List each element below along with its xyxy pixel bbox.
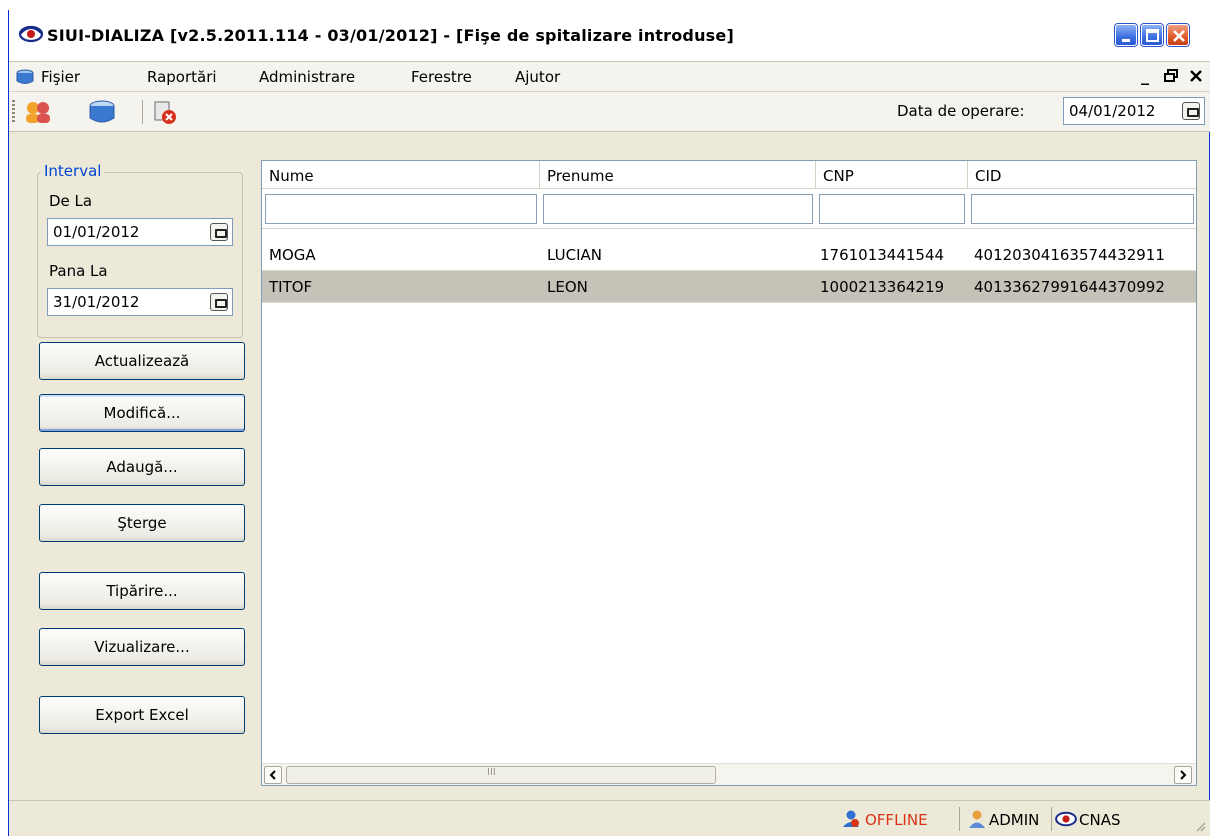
horizontal-scrollbar[interactable]: III xyxy=(262,763,1196,785)
from-date-field[interactable]: 01/01/2012 xyxy=(47,218,233,246)
mdi-close-icon[interactable] xyxy=(1189,66,1203,87)
filter-cnp-input[interactable] xyxy=(819,194,965,224)
toolbar: Data de operare: 04/01/2012 xyxy=(9,92,1210,132)
add-button[interactable]: Adaugă... xyxy=(39,448,245,486)
modify-button[interactable]: Modifică... xyxy=(39,394,245,432)
cell-nume: MOGA xyxy=(269,246,316,264)
status-bar: OFFLINE ADMIN CNAS xyxy=(9,800,1210,836)
column-header-cid[interactable]: CID xyxy=(968,161,1196,189)
maximize-button[interactable] xyxy=(1141,24,1163,46)
close-icon xyxy=(1168,25,1188,45)
operation-date-value: 04/01/2012 xyxy=(1069,102,1156,120)
user-name: ADMIN xyxy=(989,811,1040,829)
status-separator xyxy=(1051,807,1052,831)
status-separator xyxy=(959,807,960,831)
toolbar-grip[interactable] xyxy=(12,100,15,124)
organization-name: CNAS xyxy=(1079,811,1121,829)
calendar-icon[interactable] xyxy=(210,223,228,241)
to-date-value: 31/01/2012 xyxy=(53,293,140,311)
cell-cnp: 1761013441544 xyxy=(820,246,945,264)
filter-prenume-input[interactable] xyxy=(543,194,813,224)
operation-date-label: Data de operare: xyxy=(897,102,1025,120)
print-button[interactable]: Tipărire... xyxy=(39,572,245,610)
user-icon xyxy=(969,810,985,828)
minimize-icon xyxy=(1116,25,1136,45)
menu-ferestre[interactable]: Ferestre xyxy=(411,68,472,86)
cell-cid: 40120304163574432911 xyxy=(974,246,1165,264)
app-window: SIUI-DIALIZA [v2.5.2011.114 - 03/01/2012… xyxy=(8,10,1210,836)
menu-raportari[interactable]: Raportări xyxy=(147,68,217,86)
refresh-button[interactable]: Actualizează xyxy=(39,342,245,380)
menu-bar: Fişier Raportări Administrare Ferestre A… xyxy=(9,62,1210,92)
filter-cid-input[interactable] xyxy=(971,194,1194,224)
offline-user-icon xyxy=(843,810,859,827)
delete-document-icon[interactable] xyxy=(149,98,179,126)
cell-prenume: LUCIAN xyxy=(547,246,602,264)
database-icon xyxy=(16,69,34,84)
scroll-thumb-grip: III xyxy=(487,767,496,778)
toolbar-separator xyxy=(142,100,143,124)
calendar-icon[interactable] xyxy=(1182,102,1200,120)
scroll-left-icon[interactable] xyxy=(264,766,282,784)
minimize-button[interactable] xyxy=(1115,24,1137,46)
cell-cnp: 1000213364219 xyxy=(820,278,945,296)
filter-nume-input[interactable] xyxy=(265,194,537,224)
cnas-logo-icon xyxy=(19,25,43,43)
cell-prenume: LEON xyxy=(547,278,588,296)
menu-ajutor[interactable]: Ajutor xyxy=(515,68,560,86)
column-header-prenume[interactable]: Prenume xyxy=(540,161,816,189)
cnas-logo-icon xyxy=(1055,811,1077,827)
cell-cid: 40133627991644370992 xyxy=(974,278,1165,296)
cell-nume: TITOF xyxy=(269,278,313,296)
grid-header: Nume Prenume CNP CID xyxy=(262,161,1196,189)
operation-date-field[interactable]: 04/01/2012 xyxy=(1063,97,1205,125)
table-row[interactable]: MOGA LUCIAN 1761013441544 40120304163574… xyxy=(262,239,1196,271)
maximize-icon xyxy=(1142,25,1162,45)
from-date-value: 01/01/2012 xyxy=(53,223,140,241)
from-label: De La xyxy=(49,192,93,210)
resize-grip-icon[interactable] xyxy=(1195,821,1207,833)
column-header-cnp[interactable]: CNP xyxy=(816,161,968,189)
scrollbar-thumb[interactable]: III xyxy=(286,766,716,784)
scroll-right-icon[interactable] xyxy=(1174,766,1192,784)
preview-button[interactable]: Vizualizare... xyxy=(39,628,245,666)
to-date-field[interactable]: 31/01/2012 xyxy=(47,288,233,316)
interval-legend: Interval xyxy=(41,162,105,180)
to-label: Pana La xyxy=(49,262,108,280)
filter-row xyxy=(262,189,1196,229)
menu-administrare[interactable]: Administrare xyxy=(259,68,355,86)
delete-button[interactable]: Şterge xyxy=(39,504,245,542)
database-icon[interactable] xyxy=(87,98,117,126)
menu-fisier[interactable]: Fişier xyxy=(41,68,80,86)
records-grid: Nume Prenume CNP CID MOGA LUCIAN 1761013… xyxy=(261,160,1197,786)
window-title: SIUI-DIALIZA [v2.5.2011.114 - 03/01/2012… xyxy=(47,26,734,45)
calendar-icon[interactable] xyxy=(210,293,228,311)
export-excel-button[interactable]: Export Excel xyxy=(39,696,245,734)
close-button[interactable] xyxy=(1167,24,1189,46)
mdi-restore-icon[interactable] xyxy=(1164,66,1178,87)
table-row-selected[interactable]: TITOF LEON 1000213364219 401336279916443… xyxy=(262,271,1196,303)
mdi-minimize-icon[interactable]: _ xyxy=(1141,66,1149,85)
title-bar[interactable]: SIUI-DIALIZA [v2.5.2011.114 - 03/01/2012… xyxy=(9,10,1210,62)
users-icon[interactable] xyxy=(23,98,53,126)
connection-status: OFFLINE xyxy=(865,811,928,829)
column-header-nume[interactable]: Nume xyxy=(262,161,540,189)
